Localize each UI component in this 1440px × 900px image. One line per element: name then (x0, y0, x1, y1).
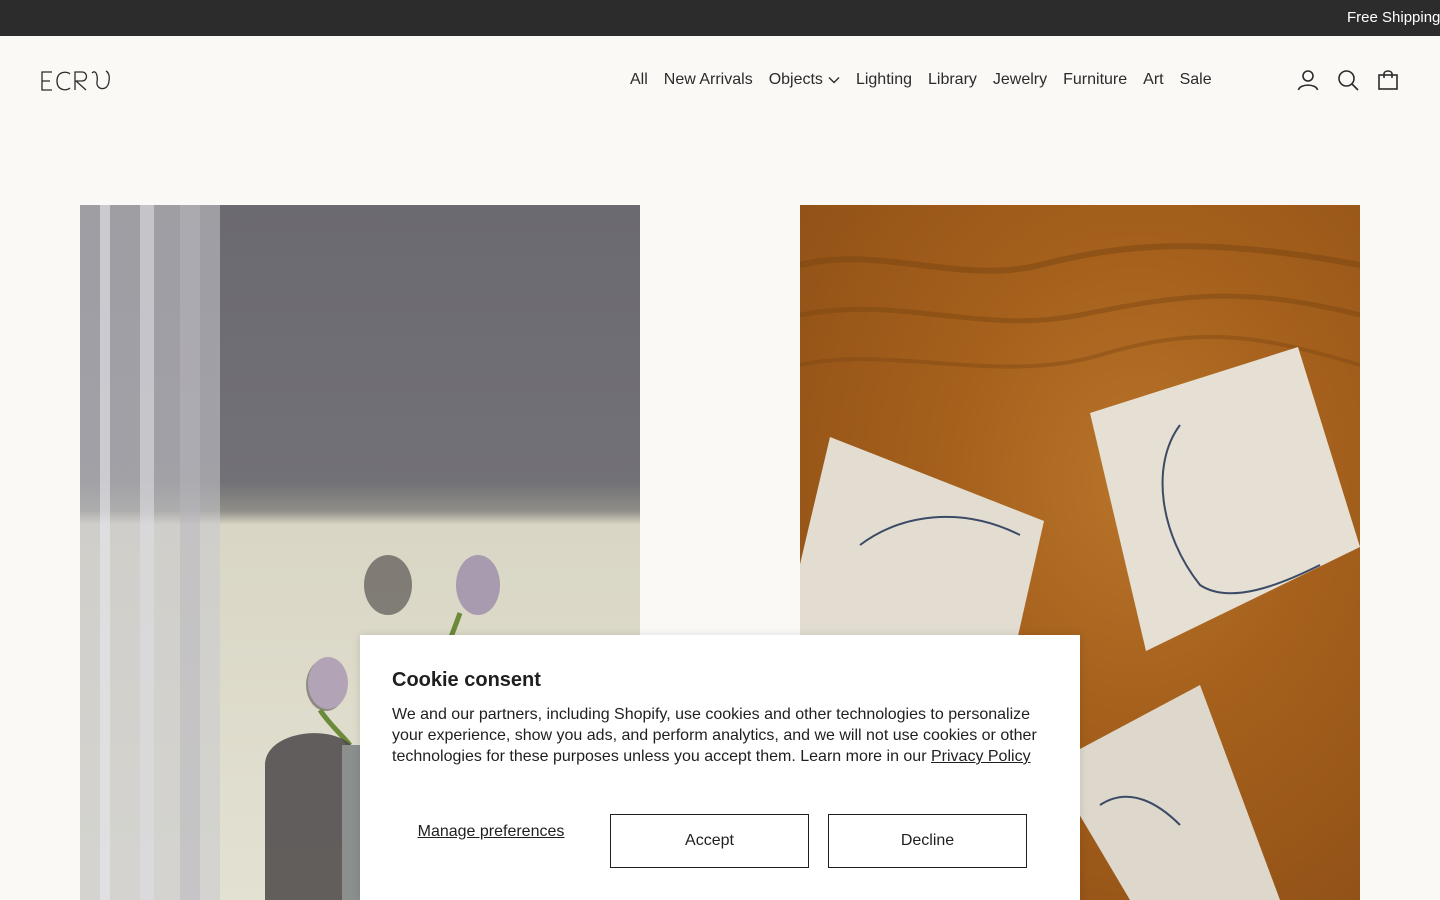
announcement-bar: Free Shipping (0, 0, 1440, 36)
search-icon (1338, 70, 1359, 91)
cart-button[interactable] (1374, 66, 1402, 94)
account-button[interactable] (1294, 66, 1322, 94)
nav-item-label: Art (1143, 71, 1164, 88)
site-header: All New Arrivals Objects Lighting Librar… (0, 36, 1440, 124)
search-button[interactable] (1334, 66, 1362, 94)
nav-item-label: Jewelry (992, 71, 1048, 88)
manage-preferences-link[interactable]: Manage preferences (392, 822, 590, 841)
nav-item-label: Objects (768, 71, 823, 88)
main-nav: All New Arrivals Objects Lighting Librar… (622, 68, 1220, 92)
nav-item-library[interactable]: Library (920, 71, 985, 89)
consent-title: Cookie consent (392, 669, 541, 691)
nav-item-new-arrivals[interactable]: New Arrivals (656, 71, 761, 89)
ecru-logo-icon (41, 70, 110, 91)
header-actions (1294, 66, 1414, 94)
decline-button[interactable]: Decline (828, 814, 1027, 868)
nav-item-jewelry[interactable]: Jewelry (985, 71, 1055, 89)
nav-item-all[interactable]: All (622, 71, 656, 89)
nav-item-label: New Arrivals (663, 71, 753, 88)
nav-item-sale[interactable]: Sale (1172, 71, 1220, 89)
consent-body: We and our partners, including Shopify, … (392, 704, 1052, 767)
account-icon (1297, 70, 1319, 91)
cart-icon (1378, 70, 1398, 90)
nav-item-label: Furniture (1063, 71, 1128, 88)
nav-item-art[interactable]: Art (1135, 71, 1171, 89)
chevron-down-icon (828, 77, 840, 84)
privacy-policy-link[interactable]: Privacy Policy (931, 748, 1031, 765)
nav-item-objects[interactable]: Objects (761, 71, 848, 89)
nav-item-lighting[interactable]: Lighting (848, 71, 920, 89)
nav-item-label: Lighting (855, 71, 912, 88)
accept-button[interactable]: Accept (610, 814, 809, 868)
cookie-consent-dialog: Cookie consent We and our partners, incl… (360, 635, 1080, 900)
brand-logo[interactable] (40, 66, 112, 94)
nav-item-label: All (630, 71, 648, 88)
nav-item-label: Sale (1179, 71, 1212, 88)
nav-item-furniture[interactable]: Furniture (1055, 71, 1135, 89)
announcement-text: Free Shipping (1347, 9, 1440, 26)
nav-item-label: Library (927, 71, 977, 88)
